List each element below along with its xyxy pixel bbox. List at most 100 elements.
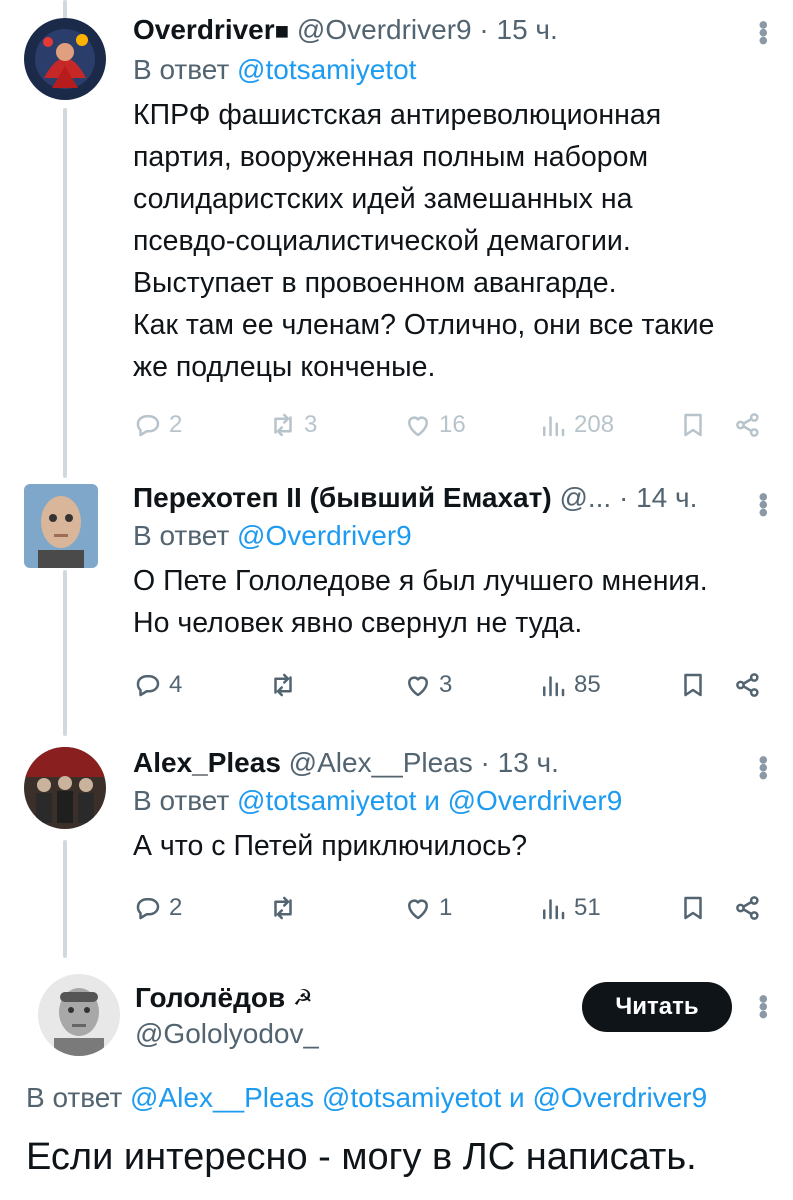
avatar[interactable] xyxy=(24,18,106,100)
like-icon xyxy=(408,416,428,437)
text-line: солидаристских идей замешанных на xyxy=(133,183,633,215)
reply-button[interactable]: 2 xyxy=(133,410,182,440)
thread-line xyxy=(63,840,67,958)
text-line: псевдо-социалистической демагогии. xyxy=(133,225,631,257)
more-icon[interactable]: ••• xyxy=(748,20,779,43)
author-handle[interactable]: @Alex__Pleas xyxy=(289,747,473,778)
tweet-header: Overdriver■ @Overdriver9 · 15 ч. xyxy=(133,12,763,50)
reply-icon xyxy=(136,675,160,697)
reply-mention-link[interactable]: @totsamiyetot xyxy=(237,54,416,85)
tweet-header: Alex_Pleas @Alex__Pleas · 13 ч. xyxy=(133,745,763,781)
reply-count: 2 xyxy=(169,894,183,921)
share-button[interactable] xyxy=(733,893,763,923)
text-line: А что с Петей приключилось? xyxy=(133,830,528,862)
bookmark-button[interactable] xyxy=(678,410,708,440)
like-button[interactable]: 16 xyxy=(403,410,466,440)
retweet-button[interactable] xyxy=(268,670,304,700)
tweet-header: Перехотеп II (бывший Емахат) @... · 14 ч… xyxy=(133,480,763,516)
reply-to: В ответ @Overdriver9 xyxy=(133,516,763,556)
tweet-text: КПРФ фашистская антиреволюционная партия… xyxy=(133,94,763,388)
views-icon xyxy=(543,416,565,437)
more-icon[interactable]: ••• xyxy=(748,755,779,778)
thread-line xyxy=(63,570,67,736)
bookmark-icon xyxy=(684,673,702,697)
reply-prefix: В ответ xyxy=(133,520,230,551)
like-button[interactable]: 3 xyxy=(403,670,452,700)
reply-mention-link[interactable]: @Overdriver9 xyxy=(237,520,412,551)
reply-to: В ответ @Alex__Pleas @totsamiyetot и @Ov… xyxy=(26,1078,707,1118)
share-button[interactable] xyxy=(733,670,763,700)
text-line: партия, вооруженная полным набором xyxy=(133,141,649,173)
share-icon xyxy=(736,413,759,437)
tweet-text: О Пете Гололедове я был лучшего мнения. … xyxy=(133,560,763,644)
reply-mention-link[interactable]: @Alex__Pleas @totsamiyetot и @Overdriver… xyxy=(130,1082,707,1113)
views-button[interactable]: 51 xyxy=(538,893,601,923)
text-line: Выступает в провоенном авангарде. xyxy=(133,267,617,299)
more-icon[interactable]: ••• xyxy=(748,994,779,1017)
name-badge: ■ xyxy=(274,18,290,45)
thread-line xyxy=(63,0,67,20)
views-button[interactable]: 208 xyxy=(538,410,614,440)
like-button[interactable]: 1 xyxy=(403,893,452,923)
reply-button[interactable]: 2 xyxy=(133,893,182,923)
retweet-button[interactable] xyxy=(268,893,304,923)
main-author-line: Гололёдов ☭ xyxy=(135,980,319,1016)
reply-icon xyxy=(136,415,160,437)
main-tweet-text: Если интересно - могу в ЛС написать. xyxy=(26,1136,697,1178)
share-icon xyxy=(736,896,759,920)
views-button[interactable]: 85 xyxy=(538,670,601,700)
more-icon[interactable]: ••• xyxy=(748,492,779,515)
avatar[interactable] xyxy=(24,484,98,568)
share-button[interactable] xyxy=(733,410,763,440)
share-icon xyxy=(736,673,759,697)
reply-button[interactable]: 4 xyxy=(133,670,182,700)
text-line: О Пете Гололедове я был лучшего мнения. xyxy=(133,565,708,597)
retweet-icon xyxy=(274,896,292,920)
bookmark-icon xyxy=(684,413,702,437)
author-name[interactable]: Перехотеп II (бывший Емахат) xyxy=(133,482,552,513)
thread-line xyxy=(63,108,67,478)
tweet-text: А что с Петей приключилось? xyxy=(133,825,763,867)
author-handle[interactable]: @Overdriver9 xyxy=(297,14,472,45)
reply-count: 4 xyxy=(169,671,183,698)
like-count: 3 xyxy=(439,671,453,698)
retweet-count: 3 xyxy=(304,411,318,438)
follow-button[interactable]: Читать xyxy=(582,982,732,1032)
views-icon xyxy=(543,676,565,697)
bookmark-button[interactable] xyxy=(678,670,708,700)
bookmark-button[interactable] xyxy=(678,893,708,923)
like-icon xyxy=(408,676,428,697)
like-count: 1 xyxy=(439,894,453,921)
like-icon xyxy=(408,899,428,920)
avatar[interactable] xyxy=(38,974,120,1056)
retweet-icon xyxy=(274,413,292,437)
reply-mention-link[interactable]: @totsamiyetot и @Overdriver9 xyxy=(237,785,622,816)
author-handle[interactable]: @... xyxy=(559,482,611,513)
reply-icon xyxy=(136,898,160,920)
retweet-icon xyxy=(274,673,292,697)
timestamp[interactable]: · 14 ч. xyxy=(619,482,697,513)
reply-to: В ответ @totsamiyetot и @Overdriver9 xyxy=(133,781,763,821)
reply-prefix: В ответ xyxy=(26,1082,123,1113)
text-line: Как там ее членам? Отлично, они все таки… xyxy=(133,309,715,341)
views-count: 51 xyxy=(574,894,601,921)
author-name[interactable]: Overdriver xyxy=(133,14,275,45)
author-handle[interactable]: @Gololyodov_ xyxy=(135,1016,319,1052)
bookmark-icon xyxy=(684,896,702,920)
timestamp[interactable]: · 13 ч. xyxy=(481,747,559,778)
main-tweet: Гололёдов ☭ @Gololyodov_ Читать ••• В от… xyxy=(0,960,793,1200)
author-name[interactable]: Alex_Pleas xyxy=(133,747,281,778)
hammer-sickle-icon: ☭ xyxy=(292,985,313,1010)
text-line: Но человек явно свернул не туда. xyxy=(133,607,583,639)
avatar[interactable] xyxy=(24,747,106,829)
like-count: 16 xyxy=(439,411,466,438)
retweet-button[interactable]: 3 xyxy=(268,410,317,440)
reply-to: В ответ @totsamiyetot xyxy=(133,50,763,90)
text-line: же подлецы конченые. xyxy=(133,351,436,383)
text-line: КПРФ фашистская антиреволюционная xyxy=(133,99,662,131)
timestamp[interactable]: · 15 ч. xyxy=(479,14,557,45)
views-count: 85 xyxy=(574,671,601,698)
author-name[interactable]: Гололёдов xyxy=(135,982,285,1013)
reply-count: 2 xyxy=(169,411,183,438)
reply-prefix: В ответ xyxy=(133,785,230,816)
